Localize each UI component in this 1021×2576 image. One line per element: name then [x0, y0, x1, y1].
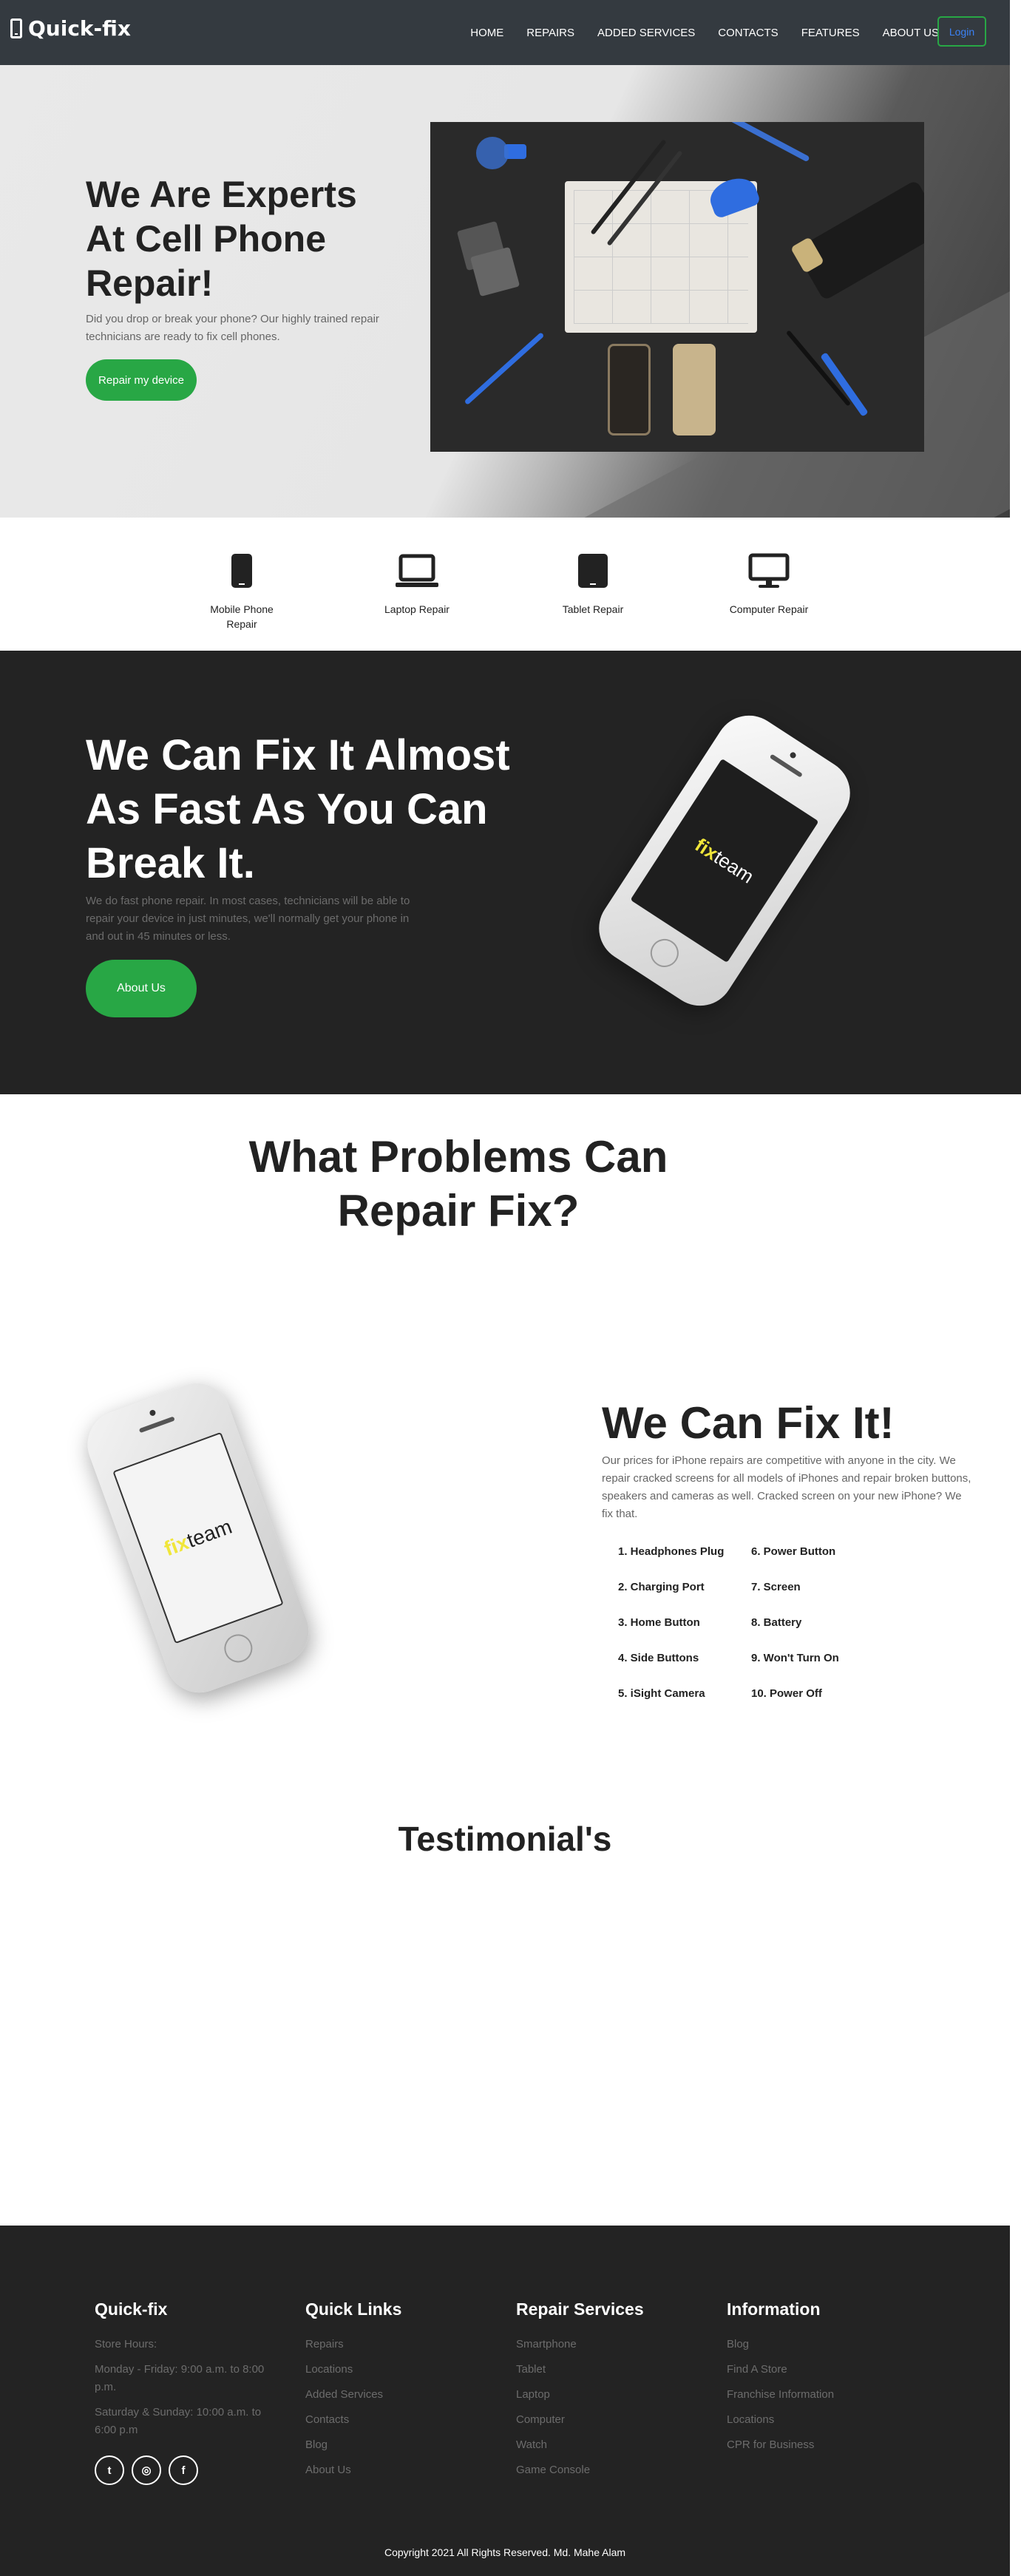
list-item: 2. Charging Port	[618, 1581, 705, 1593]
logo-team-text: team	[183, 1514, 235, 1553]
laptop-icon	[396, 554, 438, 587]
repair-my-device-button[interactable]: Repair my device	[86, 359, 197, 401]
footer-link[interactable]: Contacts	[305, 2411, 498, 2429]
footer-link[interactable]: Repairs	[305, 2336, 498, 2353]
footer-link[interactable]: Locations	[305, 2361, 498, 2379]
footer-link[interactable]: Blog	[727, 2336, 919, 2353]
service-laptop[interactable]: Laptop Repair	[373, 553, 461, 617]
fast-fix-text: We do fast phone repair. In most cases, …	[86, 895, 410, 943]
footer-col-about: Quick-fix Store Hours: Monday - Friday: …	[95, 2299, 287, 2447]
fast-fix-title: We Can Fix It Almost As Fast As You Can …	[86, 731, 510, 887]
footer-link[interactable]: About Us	[305, 2461, 498, 2479]
footer-link[interactable]: Computer	[516, 2411, 708, 2429]
hero-text: Did you drop or break your phone? Our hi…	[86, 313, 379, 343]
nav-links: HOME REPAIRS ADDED SERVICES CONTACTS FEA…	[447, 0, 939, 65]
footer-heading: Information	[727, 2299, 821, 2319]
login-button[interactable]: Login	[937, 16, 986, 47]
store-hours-label: Store Hours:	[95, 2338, 157, 2350]
footer-link[interactable]: Find A Store	[727, 2361, 919, 2379]
list-item: 6. Power Button	[751, 1545, 836, 1558]
logo-team-text: team	[710, 845, 759, 888]
nav-link-about-us[interactable]: ABOUT US	[883, 27, 939, 39]
nav-link-contacts[interactable]: CONTACTS	[718, 27, 778, 39]
fix-title: We Can Fix It!	[602, 1398, 895, 1448]
footer-col-quick-links: Quick Links Repairs Locations Added Serv…	[305, 2299, 498, 2487]
footer-col-repair-services: Repair Services Smartphone Tablet Laptop…	[516, 2299, 708, 2487]
about-us-button[interactable]: About Us	[86, 960, 197, 1017]
list-item: 8. Battery	[751, 1616, 802, 1629]
navbar: Quick-fix HOME REPAIRS ADDED SERVICES CO…	[0, 0, 1010, 65]
nav-link-added-services[interactable]: ADDED SERVICES	[597, 27, 695, 39]
social-links: t ◎ f	[95, 2455, 198, 2485]
nav-link-home[interactable]: HOME	[470, 27, 503, 39]
nav-link-features[interactable]: FEATURES	[801, 27, 860, 39]
hero-title: We Are Experts At Cell Phone Repair!	[86, 174, 357, 304]
footer-heading: Quick Links	[305, 2299, 402, 2319]
phone-mockup-light: fixteam	[78, 1373, 319, 1703]
footer-link[interactable]: Locations	[727, 2411, 919, 2429]
hero-image	[430, 122, 924, 452]
tablet-icon	[578, 554, 608, 588]
fast-fix-section: We Can Fix It Almost As Fast As You Can …	[0, 651, 1021, 1094]
footer: Quick-fix Store Hours: Monday - Friday: …	[0, 2226, 1010, 2576]
service-computer[interactable]: Computer Repair	[725, 553, 813, 617]
list-item: 1. Headphones Plug	[618, 1545, 725, 1558]
fix-text: Our prices for iPhone repairs are compet…	[602, 1454, 971, 1520]
desktop-icon	[748, 553, 790, 588]
list-item: 3. Home Button	[618, 1616, 700, 1629]
service-label: Laptop Repair	[384, 603, 450, 615]
footer-heading: Repair Services	[516, 2299, 644, 2319]
facebook-icon[interactable]: f	[169, 2455, 198, 2485]
list-item: 5. iSight Camera	[618, 1687, 705, 1700]
list-item: 10. Power Off	[751, 1687, 822, 1700]
mobile-phone-icon	[10, 18, 22, 38]
footer-heading: Quick-fix	[95, 2299, 168, 2319]
instagram-icon[interactable]: ◎	[132, 2455, 161, 2485]
testimonials-title: Testimonial's	[398, 1820, 612, 1858]
problems-title: What Problems Can Repair Fix?	[248, 1132, 668, 1236]
hero-section: We Are Experts At Cell Phone Repair! Did…	[0, 65, 1010, 518]
service-label: Tablet Repair	[562, 603, 624, 615]
footer-col-information: Information Blog Find A Store Franchise …	[727, 2299, 919, 2461]
phone-mockup-dark: fixteam	[586, 702, 864, 1019]
nav-link-repairs[interactable]: REPAIRS	[526, 27, 574, 39]
footer-link[interactable]: Added Services	[305, 2386, 498, 2404]
mobile-phone-icon	[231, 554, 252, 588]
service-mobile-phone[interactable]: Mobile Phone Repair	[197, 553, 286, 631]
footer-link[interactable]: Blog	[305, 2436, 498, 2454]
service-tablet[interactable]: Tablet Repair	[549, 553, 637, 617]
footer-link[interactable]: Game Console	[516, 2461, 708, 2479]
list-item: 4. Side Buttons	[618, 1652, 699, 1664]
phone-screen: fixteam	[112, 1431, 284, 1644]
footer-link[interactable]: CPR for Business	[727, 2436, 919, 2454]
footer-link[interactable]: Franchise Information	[727, 2386, 919, 2404]
services-strip: Mobile Phone Repair Laptop Repair Tablet…	[0, 518, 1010, 651]
service-label: Mobile Phone Repair	[210, 603, 274, 630]
phone-screen: fixteam	[630, 758, 819, 963]
footer-link[interactable]: Watch	[516, 2436, 708, 2454]
service-label: Computer Repair	[729, 603, 809, 615]
list-item: 7. Screen	[751, 1581, 801, 1593]
weekday-hours: Monday - Friday: 9:00 a.m. to 8:00 p.m.	[95, 2363, 265, 2393]
footer-link[interactable]: Smartphone	[516, 2336, 708, 2353]
list-item: 9. Won't Turn On	[751, 1652, 839, 1664]
weekend-hours: Saturday & Sunday: 10:00 a.m. to 6:00 p.…	[95, 2406, 262, 2436]
footer-link[interactable]: Tablet	[516, 2361, 708, 2379]
brand-logo[interactable]: Quick-fix	[10, 16, 131, 41]
copyright: Copyright 2021 All Rights Reserved. Md. …	[384, 2546, 626, 2558]
twitter-icon[interactable]: t	[95, 2455, 124, 2485]
brand-name: Quick-fix	[28, 16, 131, 41]
problem-list: 1. Headphones Plug 6. Power Button 2. Ch…	[618, 1545, 862, 1700]
footer-link[interactable]: Laptop	[516, 2386, 708, 2404]
